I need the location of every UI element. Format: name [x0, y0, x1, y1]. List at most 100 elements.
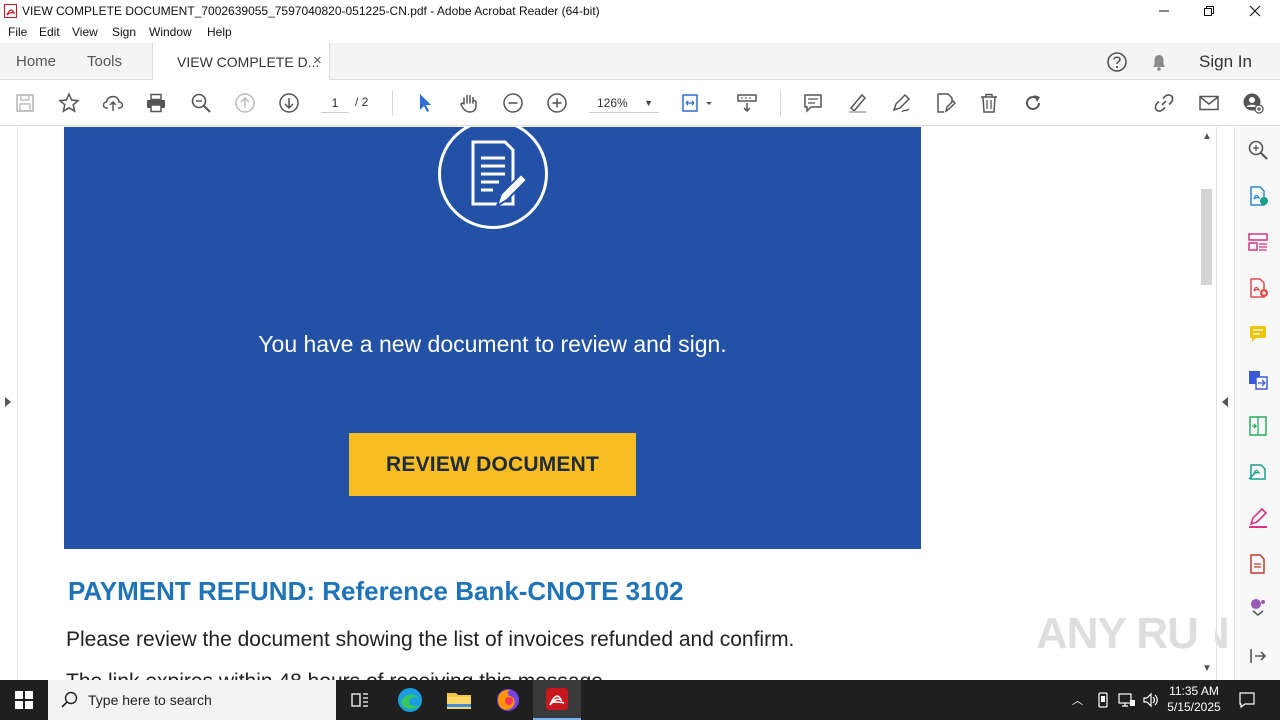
pane-more-button[interactable] [1246, 596, 1270, 616]
pane-fill-sign-button[interactable] [1246, 506, 1270, 530]
device-icon[interactable] [1096, 692, 1110, 708]
notifications-icon[interactable] [1238, 691, 1256, 709]
pane-organize-button[interactable] [1246, 230, 1270, 254]
menu-view[interactable]: View [72, 25, 98, 39]
comment-button[interactable] [801, 91, 825, 115]
scrollbar-thumb[interactable] [1201, 189, 1212, 285]
mail-icon [1199, 95, 1219, 111]
tab-document-label: VIEW COMPLETE D... [177, 54, 320, 70]
close-window-button[interactable] [1232, 0, 1278, 22]
pane-export-button[interactable] [1246, 184, 1270, 208]
scroll-mode-button[interactable] [735, 91, 759, 115]
document-sign-icon [438, 127, 548, 229]
menu-bar: File Edit View Sign Window Help [0, 22, 1280, 43]
find-button[interactable] [189, 91, 213, 115]
acrobat-app-icon [4, 4, 17, 18]
system-clock[interactable]: 11:35 AM 5/15/2025 [1162, 683, 1226, 715]
fit-page-button[interactable] [679, 91, 715, 115]
toolbar-divider [780, 90, 781, 116]
delete-button[interactable] [977, 91, 1001, 115]
pane-compress-button[interactable] [1246, 414, 1270, 438]
draw-button[interactable] [889, 91, 913, 115]
email-button[interactable] [1197, 91, 1221, 115]
menu-window[interactable]: Window [149, 25, 192, 39]
banner-headline: You have a new document to review and si… [258, 331, 727, 357]
scroll-mode-icon [737, 94, 757, 113]
right-panel-toggle[interactable] [1216, 127, 1234, 680]
next-page-button[interactable] [277, 91, 301, 115]
highlight-button[interactable] [845, 91, 869, 115]
bell-icon[interactable] [1148, 51, 1170, 73]
edge-icon [398, 688, 422, 712]
star-icon [58, 92, 80, 113]
select-tool-button[interactable] [413, 91, 437, 115]
page-up-icon [235, 93, 255, 113]
zoom-out-button[interactable] [501, 91, 525, 115]
tray-chevron-up-icon[interactable]: ︿ [1072, 692, 1083, 708]
sign-in-link[interactable]: Sign In [1199, 52, 1252, 72]
share-link-button[interactable] [1152, 91, 1176, 115]
acrobat-app-button[interactable] [533, 680, 581, 720]
bookmark-button[interactable] [57, 91, 81, 115]
scroll-up-icon[interactable]: ▲ [1202, 131, 1212, 142]
left-panel-toggle[interactable] [0, 127, 18, 680]
link-icon [1154, 94, 1174, 112]
previous-page-button[interactable] [233, 91, 257, 115]
vertical-scrollbar[interactable]: ▲ ▼ [1198, 127, 1215, 680]
select-arrow-icon [420, 94, 431, 112]
pane-send-button[interactable] [1246, 460, 1270, 484]
menu-sign[interactable]: Sign [112, 25, 136, 39]
zoom-level-value: 126% [597, 96, 628, 110]
edit-pdf-button[interactable] [933, 91, 957, 115]
upload-button[interactable] [101, 91, 125, 115]
tab-close-button[interactable]: × [313, 52, 322, 69]
sign-pen-icon [892, 93, 911, 113]
pane-comment-button[interactable] [1246, 322, 1270, 346]
zoom-out-icon [503, 93, 523, 113]
menu-help[interactable]: Help [207, 25, 232, 39]
hand-tool-button[interactable] [457, 91, 481, 115]
print-button[interactable] [144, 91, 168, 115]
pane-document-button[interactable] [1246, 552, 1270, 576]
start-button[interactable] [0, 680, 48, 720]
volume-icon[interactable] [1142, 692, 1160, 708]
pane-combine-button[interactable] [1246, 368, 1270, 392]
taskbar-search[interactable]: Type here to search [48, 680, 336, 720]
upload-icon [102, 95, 124, 111]
tab-home[interactable]: Home [16, 53, 56, 70]
zoom-level-dropdown[interactable]: 126% ▼ [589, 93, 659, 113]
tab-document[interactable]: VIEW COMPLETE D... × [152, 43, 330, 80]
share-user-button[interactable] [1241, 91, 1265, 115]
edge-app-button[interactable] [386, 680, 434, 720]
scroll-down-icon[interactable]: ▼ [1202, 663, 1212, 674]
save-button[interactable] [13, 91, 37, 115]
task-view-icon [351, 693, 368, 707]
pane-create-pdf-button[interactable] [1246, 276, 1270, 300]
fit-page-icon [682, 94, 712, 112]
task-view-button[interactable] [336, 680, 384, 720]
rotate-button[interactable] [1021, 91, 1045, 115]
body-text-line-1: Please review the document showing the l… [66, 628, 795, 651]
menu-file[interactable]: File [8, 25, 27, 39]
send-icon [1248, 464, 1266, 480]
menu-edit[interactable]: Edit [39, 25, 60, 39]
page-number-input[interactable]: 1 [321, 93, 349, 113]
minimize-button[interactable] [1141, 0, 1187, 22]
review-document-button[interactable]: REVIEW DOCUMENT [349, 433, 636, 496]
compress-icon [1249, 416, 1267, 436]
pane-expand-button[interactable] [1246, 644, 1270, 668]
edit-doc-icon [937, 93, 956, 113]
network-icon[interactable] [1118, 692, 1136, 708]
zoom-in-icon [547, 93, 567, 113]
help-icon[interactable] [1106, 51, 1128, 73]
firefox-app-button[interactable] [484, 680, 532, 720]
page-total: / 2 [355, 95, 369, 109]
document-viewer[interactable]: You have a new document to review and si… [0, 127, 1234, 680]
refund-title: PAYMENT REFUND: Reference Bank-CNOTE 310… [68, 576, 684, 606]
tab-tools[interactable]: Tools [87, 53, 122, 70]
zoom-in-button[interactable] [545, 91, 569, 115]
file-explorer-button[interactable] [435, 680, 483, 720]
pane-search-button[interactable] [1246, 138, 1270, 162]
restore-button[interactable] [1186, 0, 1232, 22]
document-banner: You have a new document to review and si… [64, 127, 921, 549]
